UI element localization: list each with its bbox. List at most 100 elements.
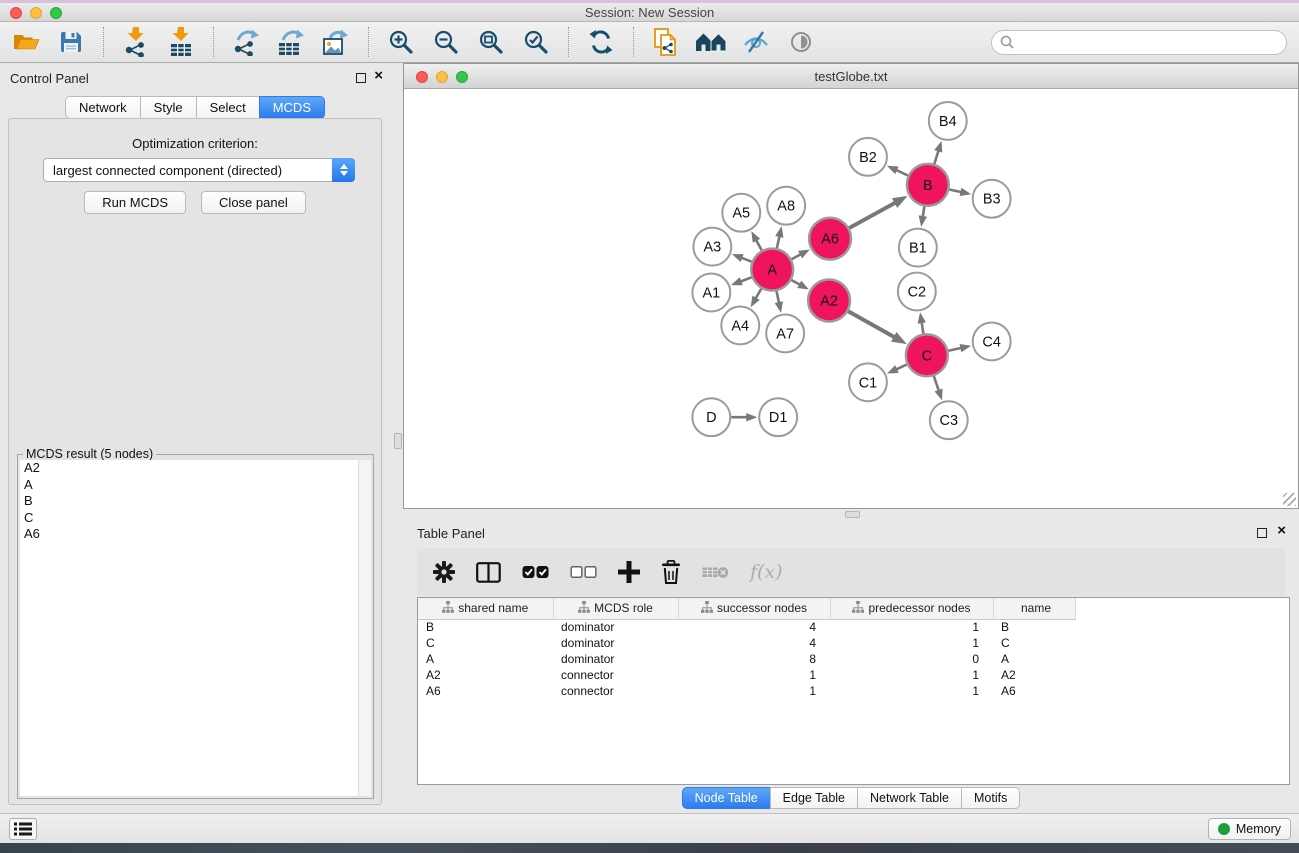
column-header-predecessor-nodes[interactable]: predecessor nodes: [830, 598, 993, 619]
column-header-shared-name[interactable]: shared name: [418, 598, 553, 619]
table-row[interactable]: Bdominator41B: [418, 619, 1289, 635]
float-panel-icon[interactable]: [356, 73, 366, 83]
edge-B-B3[interactable]: [949, 189, 961, 192]
table-options-icon[interactable]: [433, 561, 455, 583]
result-item-A2[interactable]: A2: [20, 460, 371, 477]
zoom-selected-icon[interactable]: [520, 26, 552, 58]
network-canvas[interactable]: B4B2BB3A8A5A6A3B1AA1C2A2A4A7C4CC1C3DD1: [404, 89, 1298, 508]
criterion-select[interactable]: largest connected component (directed): [43, 158, 355, 182]
tab-network[interactable]: Network: [65, 96, 141, 119]
import-table-icon[interactable]: [165, 26, 197, 58]
cell: 1: [830, 635, 993, 651]
export-image-icon[interactable]: [320, 26, 352, 58]
refresh-icon[interactable]: [585, 26, 617, 58]
edge-A-A5[interactable]: [756, 240, 762, 250]
table-row[interactable]: Cdominator41C: [418, 635, 1289, 651]
save-session-icon[interactable]: [55, 26, 87, 58]
home-icon[interactable]: [695, 26, 727, 58]
search-box: [991, 30, 1287, 55]
desktop-edge-bottom: [0, 843, 1299, 853]
graph-node-label: B: [923, 178, 933, 194]
clone-network-icon[interactable]: [650, 26, 682, 58]
delete-column-icon[interactable]: [661, 560, 681, 584]
result-item-B[interactable]: B: [20, 493, 371, 510]
toolbar-separator: [368, 27, 369, 57]
tab-mcds[interactable]: MCDS: [259, 96, 325, 119]
table-tab-node-table[interactable]: Node Table: [682, 787, 771, 809]
column-header-successor-nodes[interactable]: successor nodes: [678, 598, 830, 619]
edge-A-A3[interactable]: [741, 258, 751, 262]
window-resize-grip[interactable]: [1283, 493, 1296, 506]
edge-A6-B[interactable]: [849, 203, 895, 228]
result-item-A[interactable]: A: [20, 477, 371, 494]
network-window-titlebar[interactable]: testGlobe.txt: [404, 64, 1298, 89]
table-tab-edge-table[interactable]: Edge Table: [770, 787, 858, 809]
tab-select[interactable]: Select: [196, 96, 260, 119]
result-item-A6[interactable]: A6: [20, 526, 371, 543]
deselect-all-rows-icon[interactable]: [570, 565, 597, 579]
edge-C-C4[interactable]: [948, 348, 961, 351]
cell: C: [993, 635, 1075, 651]
table-row[interactable]: A2connector11A2: [418, 667, 1289, 683]
show-panels-button[interactable]: [9, 818, 37, 840]
edge-B-B1[interactable]: [923, 206, 925, 217]
zoom-out-icon[interactable]: [430, 26, 462, 58]
edge-A-A6[interactable]: [792, 254, 801, 259]
graph-node-label: B2: [859, 150, 877, 166]
cell: B: [993, 619, 1075, 635]
search-icon: [1000, 35, 1014, 49]
cell: A6: [418, 683, 553, 699]
table-tab-motifs[interactable]: Motifs: [961, 787, 1020, 809]
delete-table-icon[interactable]: [702, 564, 729, 580]
edge-A-A8[interactable]: [777, 236, 780, 248]
result-item-C[interactable]: C: [20, 510, 371, 527]
hide-graphics-details-icon[interactable]: [740, 26, 772, 58]
graph-node-label: B1: [909, 241, 927, 257]
main-toolbar: [0, 22, 1299, 63]
table-tab-network-table[interactable]: Network Table: [857, 787, 962, 809]
zoom-in-icon[interactable]: [385, 26, 417, 58]
select-all-rows-icon[interactable]: [522, 565, 549, 579]
close-panel-button[interactable]: Close panel: [201, 191, 306, 214]
edge-C-C3[interactable]: [934, 376, 939, 391]
table-panel-title: Table Panel: [417, 526, 485, 541]
edge-A2-C[interactable]: [848, 311, 894, 337]
memory-button[interactable]: Memory: [1208, 818, 1291, 840]
import-network-icon[interactable]: [120, 26, 152, 58]
export-network-icon[interactable]: [230, 26, 262, 58]
edge-B-B2[interactable]: [896, 170, 908, 176]
arrowhead-icon: [775, 301, 783, 313]
table-row[interactable]: A6connector11A6: [418, 683, 1289, 699]
scrollbar[interactable]: [358, 460, 371, 796]
close-panel-icon[interactable]: ×: [374, 67, 383, 85]
toggle-birds-eye-icon[interactable]: [785, 26, 817, 58]
cell: dominator: [553, 619, 678, 635]
edge-A-A7[interactable]: [777, 291, 779, 303]
tab-style[interactable]: Style: [140, 96, 197, 119]
table-tabs: Node TableEdge TableNetwork TableMotifs: [403, 787, 1299, 809]
edge-C-C1[interactable]: [896, 364, 907, 369]
close-table-panel-icon[interactable]: ×: [1277, 522, 1286, 540]
run-mcds-button[interactable]: Run MCDS: [84, 191, 186, 214]
add-column-icon[interactable]: [618, 561, 640, 583]
table-panel: Table Panel × f(x): [403, 520, 1299, 813]
search-input[interactable]: [1019, 35, 1278, 49]
edge-A-A2[interactable]: [791, 280, 800, 285]
horizontal-splitter-handle[interactable]: [845, 511, 860, 518]
edge-B-B4[interactable]: [934, 150, 938, 163]
vertical-splitter-handle[interactable]: [394, 433, 402, 449]
open-session-icon[interactable]: [10, 26, 42, 58]
edge-A-A4[interactable]: [756, 289, 762, 299]
edge-C-C2[interactable]: [922, 322, 924, 334]
function-builder-icon[interactable]: f(x): [750, 561, 783, 583]
export-table-icon[interactable]: [275, 26, 307, 58]
float-table-panel-icon[interactable]: [1257, 528, 1267, 538]
column-header-MCDS-role[interactable]: MCDS role: [553, 598, 678, 619]
table-row[interactable]: Adominator80A: [418, 651, 1289, 667]
graph-node-label: C2: [908, 285, 926, 301]
graph-node-label: B3: [983, 192, 1001, 208]
column-header-name[interactable]: name: [993, 598, 1075, 619]
zoom-fit-icon[interactable]: [475, 26, 507, 58]
edge-A-A1[interactable]: [740, 277, 751, 281]
show-columns-icon[interactable]: [476, 562, 501, 583]
